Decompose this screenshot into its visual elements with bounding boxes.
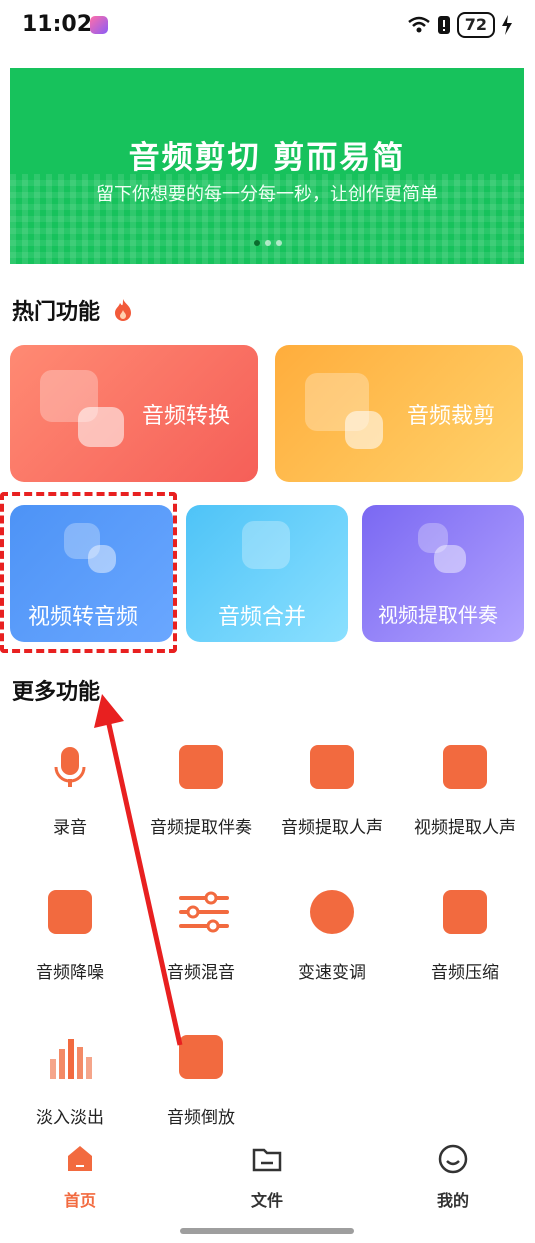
folder-icon [252,1148,282,1172]
tab-label: 我的 [436,1191,469,1210]
home-indicator[interactable] [180,1228,354,1234]
tab-label: 首页 [63,1191,96,1210]
tab-label: 文件 [250,1191,283,1210]
tab-me[interactable]: 我的 [403,1143,503,1211]
tab-home[interactable]: 首页 [30,1143,130,1211]
home-icon [68,1146,92,1171]
smile-face-icon [438,1144,468,1174]
bottom-tab-bar: 首页 文件 我的 [0,1135,535,1225]
annotation-arrow [94,694,183,1046]
tab-files[interactable]: 文件 [217,1143,317,1211]
